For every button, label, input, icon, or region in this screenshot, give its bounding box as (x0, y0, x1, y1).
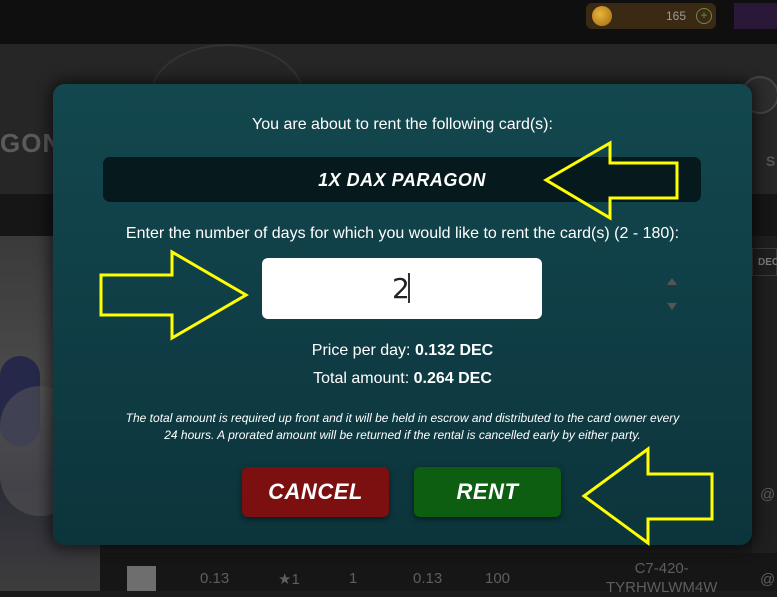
rent-button[interactable]: RENT (414, 467, 561, 517)
note-line: The total amount is required up front an… (125, 411, 680, 425)
price-per-day: Price per day: 0.132 DEC (53, 342, 752, 360)
row-cell: 0.13 (413, 570, 443, 587)
row-checkbox[interactable] (127, 566, 156, 591)
row-cell: 1 (349, 570, 358, 587)
flag-icon[interactable] (734, 3, 777, 29)
currency-pill[interactable]: 165 + (586, 3, 716, 29)
row-cell: ★1 (278, 571, 300, 588)
coin-count: 165 (665, 9, 686, 23)
price-per-day-value: 0.132 DEC (414, 342, 494, 359)
address-line: TYRHWLWM4W (606, 579, 718, 596)
total-amount-label: Total amount: (313, 370, 410, 387)
row-address: C7-420- TYRHWLWM4W (606, 559, 717, 597)
escrow-note: The total amount is required up front an… (83, 410, 722, 444)
total-amount: Total amount: 0.264 DEC (53, 370, 752, 388)
annotation-arrow-left-icon (581, 446, 714, 546)
address-line: C7-420- (634, 560, 689, 577)
dec-tab[interactable]: DEC (752, 248, 777, 276)
annotation-arrow-right-icon (99, 249, 249, 341)
row-cell: 0.13 (200, 570, 230, 587)
days-stepper[interactable] (462, 266, 677, 310)
at-symbol: @ (760, 486, 776, 503)
row-cell: 100 (485, 570, 511, 587)
stepper-down-icon[interactable] (667, 303, 677, 310)
at-symbol: @ (760, 571, 776, 588)
text-caret (408, 273, 410, 303)
total-amount-value: 0.264 DEC (413, 370, 492, 387)
note-line: 24 hours. A prorated amount will be retu… (164, 428, 641, 442)
annotation-arrow-left-icon (543, 140, 679, 221)
price-per-day-label: Price per day: (311, 342, 411, 359)
right-column (752, 236, 777, 591)
days-input[interactable]: 2 (262, 258, 677, 319)
dialog-intro: You are about to rent the following card… (252, 116, 553, 133)
days-label: Enter the number of days for which you w… (125, 225, 680, 242)
cancel-button[interactable]: CANCEL (242, 467, 389, 517)
coin-icon (592, 6, 612, 26)
top-bar: 165 + (0, 0, 777, 44)
plus-circle-icon[interactable]: + (696, 8, 712, 24)
stepper-up-icon[interactable] (667, 278, 677, 285)
side-letter: S (766, 153, 776, 169)
